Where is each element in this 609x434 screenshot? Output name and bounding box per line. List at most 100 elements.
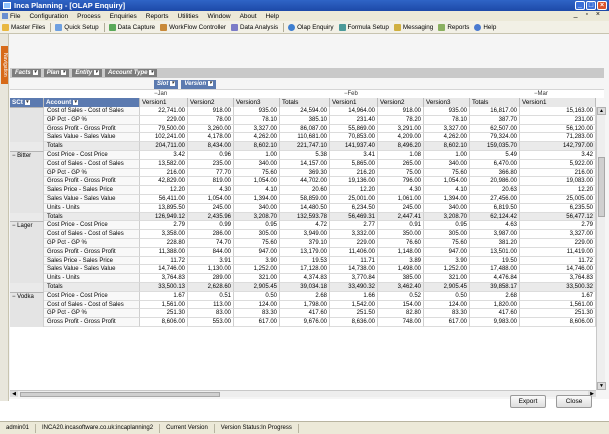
value-cell[interactable]: 918.00: [378, 107, 424, 116]
value-cell[interactable]: 3.89: [378, 256, 424, 266]
toolbar-olap-enquiry[interactable]: Olap Enquiry: [288, 23, 334, 31]
value-cell[interactable]: 221,747.10: [280, 142, 330, 151]
value-cell[interactable]: 1,542.00: [330, 300, 378, 310]
value-cell[interactable]: 947.00: [424, 247, 470, 257]
value-cell[interactable]: 124.00: [234, 300, 280, 310]
column-dim-version[interactable]: Version ▾: [181, 80, 217, 89]
scroll-down-icon[interactable]: ▼: [597, 382, 606, 390]
value-cell[interactable]: 1,054.00: [424, 177, 470, 187]
value-cell[interactable]: 3,327.00: [520, 230, 596, 239]
value-cell[interactable]: 62,507.00: [470, 124, 520, 134]
value-cell[interactable]: 5,865.00: [330, 159, 378, 169]
value-cell[interactable]: 3,949.00: [280, 230, 330, 239]
value-cell[interactable]: 289.00: [188, 274, 234, 283]
value-cell[interactable]: 56,411.00: [140, 194, 188, 204]
menu-configuration[interactable]: Configuration: [29, 13, 68, 20]
value-cell[interactable]: 2.68: [470, 291, 520, 301]
value-cell[interactable]: 0.91: [378, 221, 424, 231]
value-cell[interactable]: 245.00: [188, 203, 234, 213]
value-cell[interactable]: 3,327.00: [424, 124, 470, 134]
value-cell[interactable]: 11,406.00: [330, 247, 378, 257]
value-cell[interactable]: 1.08: [378, 150, 424, 160]
value-cell[interactable]: 3,462.40: [378, 282, 424, 292]
value-cell[interactable]: 12.20: [140, 186, 188, 195]
value-cell[interactable]: 2,435.96: [188, 212, 234, 222]
value-cell[interactable]: 265.00: [378, 159, 424, 169]
menu-process[interactable]: Process: [77, 13, 100, 20]
value-cell[interactable]: 33,500.32: [520, 282, 596, 292]
menu-window[interactable]: Window: [207, 13, 230, 20]
value-cell[interactable]: 379.10: [280, 238, 330, 248]
toolbar-master-files[interactable]: Master Files: [2, 23, 45, 31]
value-cell[interactable]: 3,208.70: [424, 212, 470, 222]
value-cell[interactable]: 0.96: [188, 150, 234, 160]
toolbar-quick-setup[interactable]: Quick Setup: [55, 23, 99, 31]
value-cell[interactable]: 20.60: [280, 186, 330, 195]
vertical-scrollbar[interactable]: ▲ ▼: [596, 107, 606, 390]
value-cell[interactable]: 1,054.00: [188, 194, 234, 204]
value-cell[interactable]: 231.40: [330, 115, 378, 125]
value-cell[interactable]: 553.00: [188, 318, 234, 327]
value-cell[interactable]: 0.50: [424, 291, 470, 301]
value-cell[interactable]: 228.80: [140, 238, 188, 248]
value-cell[interactable]: 3.90: [234, 256, 280, 266]
value-cell[interactable]: 17,488.00: [470, 265, 520, 275]
value-cell[interactable]: 11.72: [140, 256, 188, 266]
value-cell[interactable]: 14,480.50: [280, 203, 330, 213]
column-header[interactable]: Version2: [378, 98, 424, 107]
value-cell[interactable]: 13,895.50: [140, 203, 188, 213]
value-cell[interactable]: 321.00: [424, 274, 470, 283]
value-cell[interactable]: 305.00: [234, 230, 280, 239]
value-cell[interactable]: 4.10: [234, 186, 280, 195]
value-cell[interactable]: 56,477.12: [520, 212, 596, 222]
value-cell[interactable]: 251.50: [330, 309, 378, 319]
value-cell[interactable]: 19,136.00: [330, 177, 378, 187]
value-cell[interactable]: 4,476.84: [470, 274, 520, 283]
value-cell[interactable]: 14,157.00: [280, 159, 330, 169]
value-cell[interactable]: 3,332.00: [330, 230, 378, 239]
column-header[interactable]: Totals: [280, 98, 330, 107]
account-dimension[interactable]: Account ▾: [44, 98, 140, 107]
value-cell[interactable]: 83.30: [234, 309, 280, 319]
value-cell[interactable]: 13,501.00: [470, 247, 520, 257]
value-cell[interactable]: 216.00: [140, 168, 188, 178]
sct-dimension[interactable]: SCt ▾: [10, 98, 44, 107]
value-cell[interactable]: 385.10: [280, 115, 330, 125]
value-cell[interactable]: 3,291.00: [378, 124, 424, 134]
value-cell[interactable]: 6,235.50: [520, 203, 596, 213]
value-cell[interactable]: 86,087.00: [280, 124, 330, 134]
value-cell[interactable]: 1.00: [424, 150, 470, 160]
row-group-label[interactable]: − Bitter: [10, 150, 44, 160]
value-cell[interactable]: 2.77: [330, 221, 378, 231]
value-cell[interactable]: 1,820.00: [470, 300, 520, 310]
value-cell[interactable]: 0.50: [234, 291, 280, 301]
value-cell[interactable]: 3.42: [140, 150, 188, 160]
column-header[interactable]: Version1: [330, 98, 378, 107]
value-cell[interactable]: 1,561.00: [520, 300, 596, 310]
value-cell[interactable]: 935.00: [234, 107, 280, 116]
value-cell[interactable]: 82.80: [378, 309, 424, 319]
toolbar-help[interactable]: Help: [474, 23, 496, 31]
value-cell[interactable]: 0.99: [188, 221, 234, 231]
value-cell[interactable]: 1,394.00: [424, 194, 470, 204]
value-cell[interactable]: 142,797.00: [520, 142, 596, 151]
value-cell[interactable]: 321.00: [234, 274, 280, 283]
row-group-label[interactable]: − Vodka: [10, 291, 44, 301]
value-cell[interactable]: 8,602.10: [234, 142, 280, 151]
column-header[interactable]: Version1: [140, 98, 188, 107]
value-cell[interactable]: 3,987.00: [470, 230, 520, 239]
value-cell[interactable]: 245.00: [378, 203, 424, 213]
value-cell[interactable]: 25,005.00: [520, 194, 596, 204]
value-cell[interactable]: 13,582.00: [140, 159, 188, 169]
value-cell[interactable]: 4.10: [424, 186, 470, 195]
value-cell[interactable]: 76.60: [378, 238, 424, 248]
value-cell[interactable]: 4,262.00: [234, 133, 280, 143]
menu-about[interactable]: About: [240, 13, 257, 20]
value-cell[interactable]: 3.90: [424, 256, 470, 266]
value-cell[interactable]: 56,120.00: [520, 124, 596, 134]
value-cell[interactable]: 126,949.12: [140, 212, 188, 222]
value-cell[interactable]: 3,764.83: [140, 274, 188, 283]
value-cell[interactable]: 366.80: [470, 168, 520, 178]
value-cell[interactable]: 6,470.00: [470, 159, 520, 169]
value-cell[interactable]: 216.20: [330, 168, 378, 178]
